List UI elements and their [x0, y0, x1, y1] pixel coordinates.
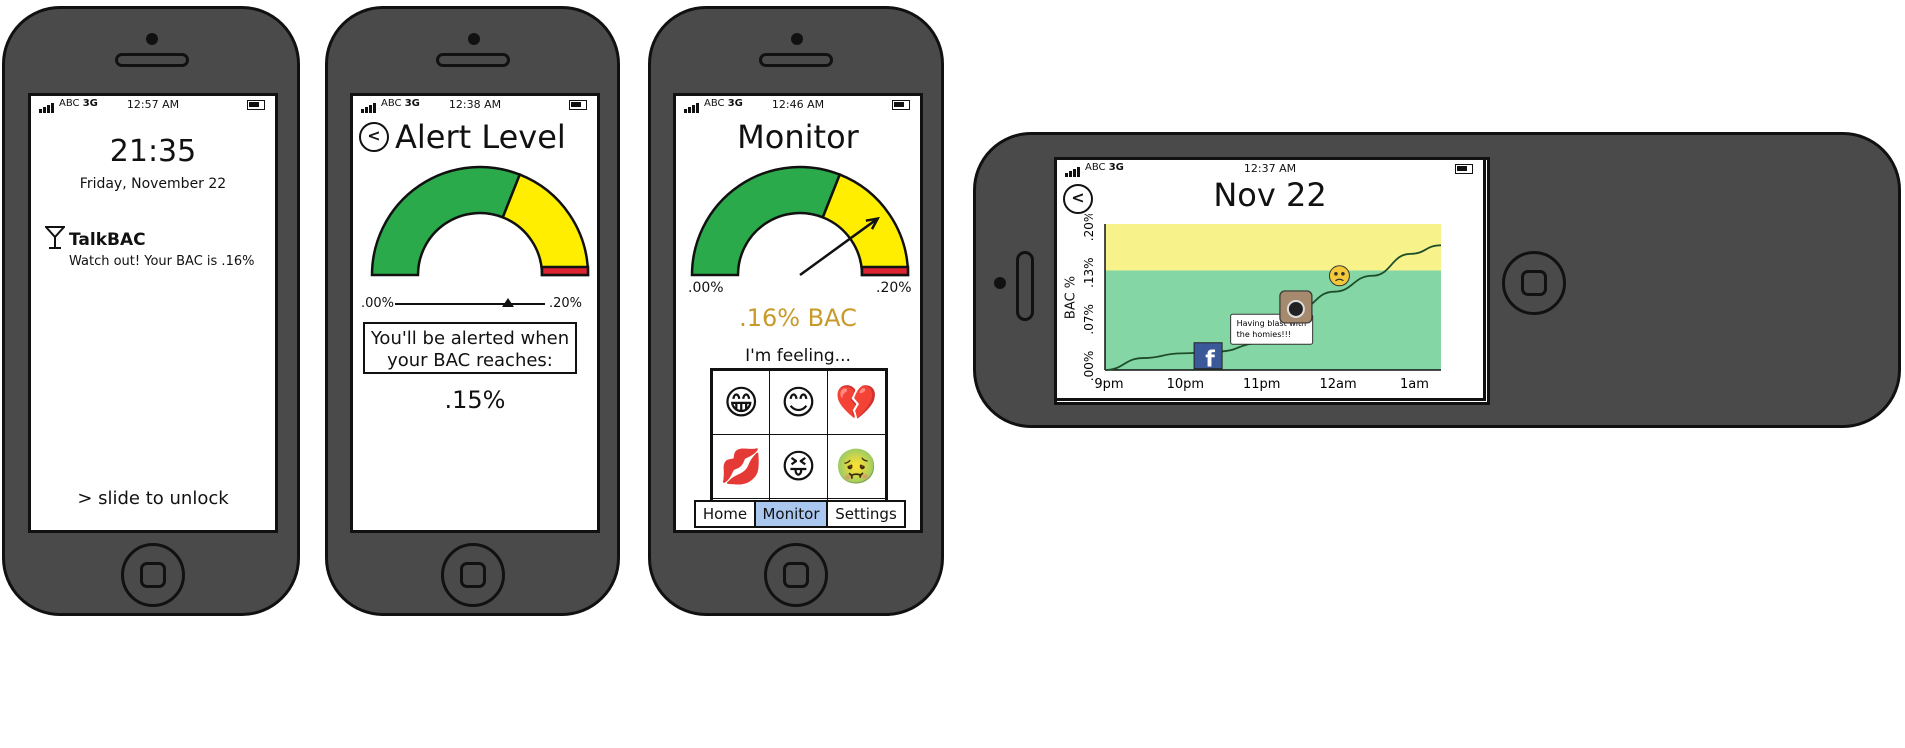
battery-icon: [1455, 164, 1473, 174]
bac-alert-slider[interactable]: [395, 298, 545, 307]
x-tick-label: 12am: [1320, 377, 1357, 392]
status-time: 12:37 AM: [1243, 162, 1297, 175]
facebook-letter: f: [1205, 348, 1215, 373]
gauge-min-label: .00%: [688, 280, 724, 296]
lock-screen: ABC 3G 12:57 AM 21:35 Friday, November 2…: [28, 93, 278, 533]
speaker-grille: [1016, 251, 1034, 321]
gauge-green-zone: [370, 165, 522, 277]
feeling-emoji-grid[interactable]: 😁😊💔💋😝🤢😁😎😳: [710, 368, 888, 508]
page-title: Alert Level: [395, 118, 566, 156]
status-bar: ABC 3G 12:46 AM: [676, 96, 920, 114]
phone-monitor: ABC 3G 12:46 AM Monitor .00% .20% .16% B…: [648, 6, 944, 616]
chart-band-yellow: [1105, 224, 1441, 271]
feeling-option[interactable]: 💋: [713, 435, 771, 499]
gauge-yellow-zone: [501, 172, 590, 277]
x-tick-label: 10pm: [1167, 377, 1204, 392]
feeling-option[interactable]: 😁: [713, 371, 771, 435]
slider-max-label: .20%: [549, 296, 583, 311]
battery-icon: [569, 100, 587, 110]
gauge-red-zone: [540, 265, 590, 277]
back-arrow-icon[interactable]: <: [359, 122, 389, 152]
tab-monitor[interactable]: Monitor: [756, 502, 828, 526]
sick-emoji-eye: [1334, 271, 1338, 276]
lock-clock: 21:35: [109, 134, 197, 169]
monitor-screen: ABC 3G 12:46 AM Monitor .00% .20% .16% B…: [673, 93, 923, 533]
home-button[interactable]: [441, 543, 505, 607]
home-button[interactable]: [764, 543, 828, 607]
alert-screen: ABC 3G 12:38 AM < Alert Level .00% .20% …: [350, 93, 600, 533]
feeling-option[interactable]: 😊: [770, 371, 828, 435]
slider-thumb[interactable]: [501, 298, 514, 307]
gauge: [370, 165, 590, 277]
alert-value[interactable]: .15%: [353, 386, 597, 414]
feeling-option[interactable]: 🤢: [827, 435, 885, 499]
sick-emoji-icon: [1328, 265, 1350, 287]
slider-min-label: .00%: [361, 296, 395, 311]
tab-home[interactable]: Home: [696, 502, 756, 526]
speaker-grille: [436, 53, 510, 67]
status-bar: ABC 3G 12:38 AM: [353, 96, 597, 114]
tab-bar: Home Monitor Settings: [694, 500, 906, 528]
x-tick-label: 1am: [1400, 377, 1429, 392]
feeling-option[interactable]: 😝: [770, 435, 828, 499]
alert-message-box: You'll be alerted when your BAC reaches:: [363, 322, 577, 374]
y-tick-label: .00%: [1082, 351, 1096, 382]
camera-icon: [146, 33, 158, 45]
speaker-grille: [759, 53, 833, 67]
gauge-green-zone: [690, 165, 842, 277]
sick-emoji-eye: [1341, 271, 1345, 276]
home-button[interactable]: [1502, 251, 1566, 315]
gauge-max-label: .20%: [876, 280, 912, 296]
post-caption-line: the homies!!!: [1237, 330, 1291, 339]
camera-icon: [791, 33, 803, 45]
battery-icon: [892, 100, 910, 110]
camera-icon: [468, 33, 480, 45]
bac-history-chart: 9pm 10pm 11pm 12am 1am.00%.07%.13%.20%fHavin…: [1082, 214, 1442, 392]
feeling-label: I'm feeling...: [745, 346, 851, 366]
bac-gauge: [690, 165, 910, 277]
feeling-option[interactable]: 💔: [827, 371, 885, 435]
status-time: 12:57 AM: [126, 98, 180, 111]
martini-glass-icon: [45, 226, 65, 249]
home-button[interactable]: [121, 543, 185, 607]
tab-settings[interactable]: Settings: [828, 502, 904, 526]
lock-date: Friday, November 22: [79, 176, 227, 192]
instagram-lens: [1286, 299, 1305, 318]
status-bar: ABC 3G 12:57 AM: [31, 96, 275, 114]
notification-message[interactable]: Watch out! Your BAC is .16%: [69, 254, 254, 269]
x-tick-label: 11pm: [1243, 377, 1280, 392]
slide-to-unlock[interactable]: > slide to unlock: [31, 488, 275, 509]
x-tick-label: 9pm: [1094, 377, 1123, 392]
alert-message: You'll be alerted when your BAC reaches:: [370, 328, 570, 371]
y-tick-label: .13%: [1082, 257, 1096, 288]
phone-alert-level: ABC 3G 12:38 AM < Alert Level .00% .20% …: [325, 6, 620, 616]
gauge-red-zone: [860, 265, 910, 277]
page-title: Nov 22: [1213, 176, 1327, 214]
gauge-yellow-zone: [821, 172, 910, 277]
y-tick-label: .20%: [1082, 214, 1096, 241]
phone-lock-screen: ABC 3G 12:57 AM 21:35 Friday, November 2…: [2, 6, 300, 616]
battery-icon: [247, 100, 265, 110]
status-time: 12:46 AM: [771, 98, 825, 111]
notification-app-name: TalkBAC: [69, 230, 146, 250]
history-screen-content: ABC 3G 12:37 AM < Nov 22 BAC % 9pm 10pm 11…: [1054, 157, 1486, 401]
camera-icon: [994, 277, 1006, 289]
speaker-grille: [115, 53, 189, 67]
y-tick-label: .07%: [1082, 304, 1096, 335]
page-title: Monitor: [737, 118, 859, 156]
bac-reading: .16% BAC: [739, 304, 857, 332]
status-time: 12:38 AM: [448, 98, 502, 111]
